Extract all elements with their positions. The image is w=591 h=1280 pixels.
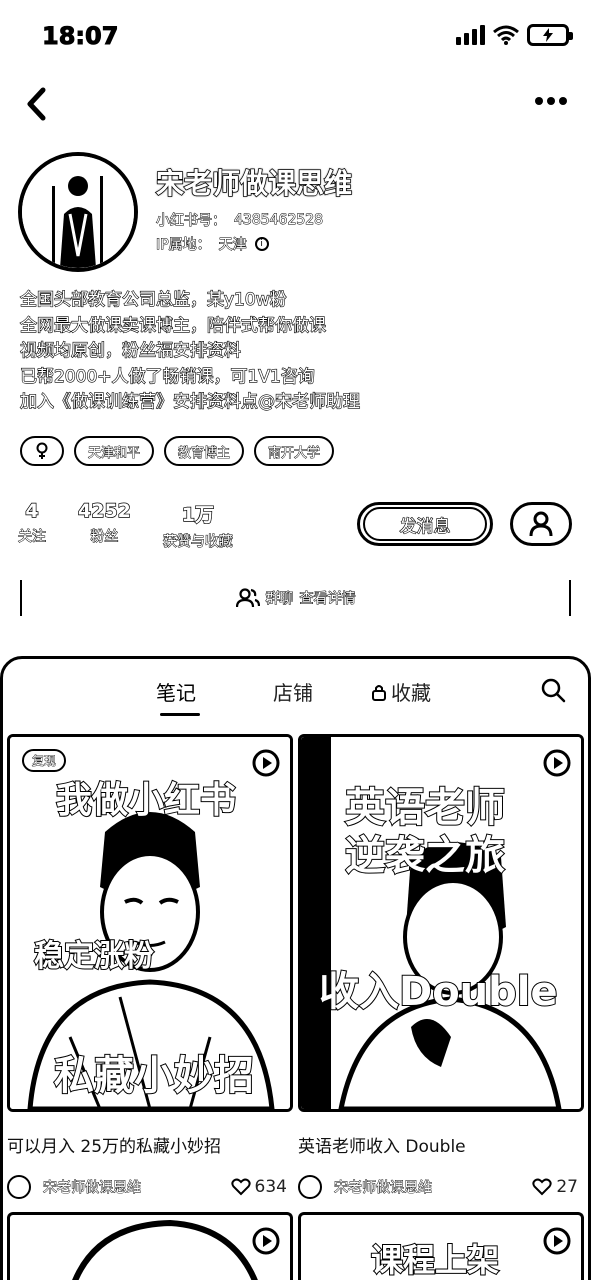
group-chat-row[interactable]: 群聊 查看详情 <box>20 580 571 616</box>
profile-tags: 天津和平 教育博主 南开大学 <box>20 436 335 466</box>
info-icon[interactable]: i <box>254 237 269 251</box>
note-badge: 复现 <box>22 749 67 772</box>
like-button[interactable]: 27 <box>532 1177 578 1197</box>
battery-charging-icon <box>527 24 573 46</box>
author-avatar[interactable] <box>298 1175 322 1199</box>
note-title[interactable]: 英语老师收入 Double <box>298 1132 584 1157</box>
profile-ip-label: IP属地： <box>156 237 212 254</box>
status-icons <box>456 24 573 46</box>
tag-school[interactable]: 南开大学 <box>254 436 335 466</box>
profile-stats: 4 关注 4252 粉丝 1万 获赞与收藏 <box>18 499 234 551</box>
profile-bio: 全国头部教育公司总监，某y10w粉 全网最大做课卖课博主，陪伴式帮你做课 视频均… <box>19 288 580 416</box>
more-button[interactable] <box>531 86 571 116</box>
video-play-icon <box>252 749 280 777</box>
back-arrow-icon <box>27 87 46 121</box>
bio-line[interactable]: 加入《做课训练营》安排资料点@宋老师助理 <box>19 390 580 416</box>
bio-line: 视频均原创，粉丝福安排资料 <box>19 340 241 361</box>
group-icon <box>235 588 260 608</box>
group-link[interactable]: 查看详情 <box>299 588 356 608</box>
author-avatar[interactable] <box>7 1175 31 1199</box>
avatar[interactable] <box>18 152 138 272</box>
status-time: 18:07 <box>41 22 119 51</box>
note-card-partial[interactable] <box>7 1212 293 1280</box>
bio-line: 已帮2000+人做了畅销课，可1V1咨询 <box>19 366 315 387</box>
tab-favorites[interactable]: 收藏 <box>371 677 431 706</box>
message-button[interactable]: 发消息 <box>357 502 493 546</box>
add-user-icon <box>529 511 553 537</box>
profile-header: 宋老师做课思维 小红书号： 4385462528 IP属地： 天津 i <box>18 150 573 272</box>
tab-shop[interactable]: 店铺 <box>273 677 313 706</box>
more-icon <box>535 97 543 105</box>
search-button[interactable] <box>540 677 570 707</box>
note-cover[interactable]: 复现 我做小红书 稳定涨粉 私藏小妙招 <box>7 734 293 1112</box>
heart-icon <box>532 1178 552 1196</box>
note-title[interactable]: 可以月入 25万的私藏小妙招 <box>7 1132 293 1157</box>
cover-subtitle: 稳定涨粉 <box>33 938 155 975</box>
wifi-icon <box>493 25 519 45</box>
cover-subtitle: 收入Double <box>318 968 559 1016</box>
video-play-icon <box>543 749 571 777</box>
gender-tag <box>20 436 64 466</box>
tag-location[interactable]: 天津和平 <box>74 436 155 466</box>
note-card-partial[interactable]: 课程上架 <box>298 1212 584 1280</box>
stat-value: 4 <box>25 499 40 522</box>
cover-title-line2: 逆袭之旅 <box>344 832 506 880</box>
note-cover[interactable]: 英语老师 逆袭之旅 收入Double <box>298 734 584 1112</box>
status-bar: 18:07 <box>0 0 591 70</box>
cover-title: 我做小红书 <box>55 779 237 822</box>
stat-following[interactable]: 4 关注 <box>18 499 47 551</box>
cover-title: 课程上架 <box>370 1240 500 1280</box>
follow-button[interactable] <box>510 502 572 546</box>
message-button-label: 发消息 <box>363 507 487 541</box>
like-button[interactable]: 634 <box>230 1177 287 1197</box>
search-icon <box>541 678 566 703</box>
tag-category[interactable]: 教育博主 <box>164 436 245 466</box>
stat-value: 1万 <box>181 503 215 526</box>
content-tabs: 笔记 店铺 收藏 <box>3 677 588 719</box>
note-meta: 宋老师做课思维 27 <box>298 1173 584 1201</box>
lock-icon <box>372 684 386 701</box>
back-button[interactable] <box>18 82 54 126</box>
profile-name: 宋老师做课思维 <box>155 166 353 201</box>
tab-favorites-label: 收藏 <box>391 681 431 705</box>
bio-line: 全国头部教育公司总监，某y10w粉 <box>19 289 287 310</box>
note-meta: 宋老师做课思维 634 <box>7 1173 293 1201</box>
stat-label: 获赞与收藏 <box>162 534 233 551</box>
heart-icon <box>230 1178 251 1196</box>
profile-ip-value: 天津 <box>218 237 247 254</box>
stat-label: 关注 <box>18 529 47 546</box>
like-count: 27 <box>556 1177 578 1197</box>
tab-active-indicator <box>160 713 200 716</box>
profile-id-value: 4385462528 <box>233 212 324 229</box>
cover-caption: 私藏小妙招 <box>53 1052 255 1100</box>
tab-notes[interactable]: 笔记 <box>156 677 196 706</box>
video-play-icon <box>252 1227 280 1255</box>
like-count: 634 <box>254 1177 287 1197</box>
author-name[interactable]: 宋老师做课思维 <box>334 1177 433 1197</box>
stat-value: 4252 <box>77 499 131 522</box>
author-name[interactable]: 宋老师做课思维 <box>43 1177 142 1197</box>
gender-icon <box>36 442 48 459</box>
profile-ip: IP属地： 天津 i <box>156 234 269 254</box>
stat-followers[interactable]: 4252 粉丝 <box>77 499 131 551</box>
note-card[interactable]: 复现 我做小红书 稳定涨粉 私藏小妙招 可以月入 25万的私藏小妙招 宋老师做课… <box>7 734 293 1201</box>
profile-id[interactable]: 小红书号： 4385462528 <box>156 210 324 230</box>
nav-bar <box>0 78 591 128</box>
note-card[interactable]: 英语老师 逆袭之旅 收入Double 英语老师收入 Double 宋老师做课思维… <box>298 734 584 1201</box>
video-play-icon <box>543 1227 571 1255</box>
signal-icon <box>456 25 485 45</box>
stat-likes[interactable]: 1万 获赞与收藏 <box>162 500 233 551</box>
profile-id-label: 小红书号： <box>156 213 227 230</box>
bio-line: 全网最大做课卖课博主，陪伴式帮你做课 <box>19 315 326 336</box>
group-label: 群聊 <box>265 591 294 608</box>
stat-label: 粉丝 <box>90 529 119 546</box>
